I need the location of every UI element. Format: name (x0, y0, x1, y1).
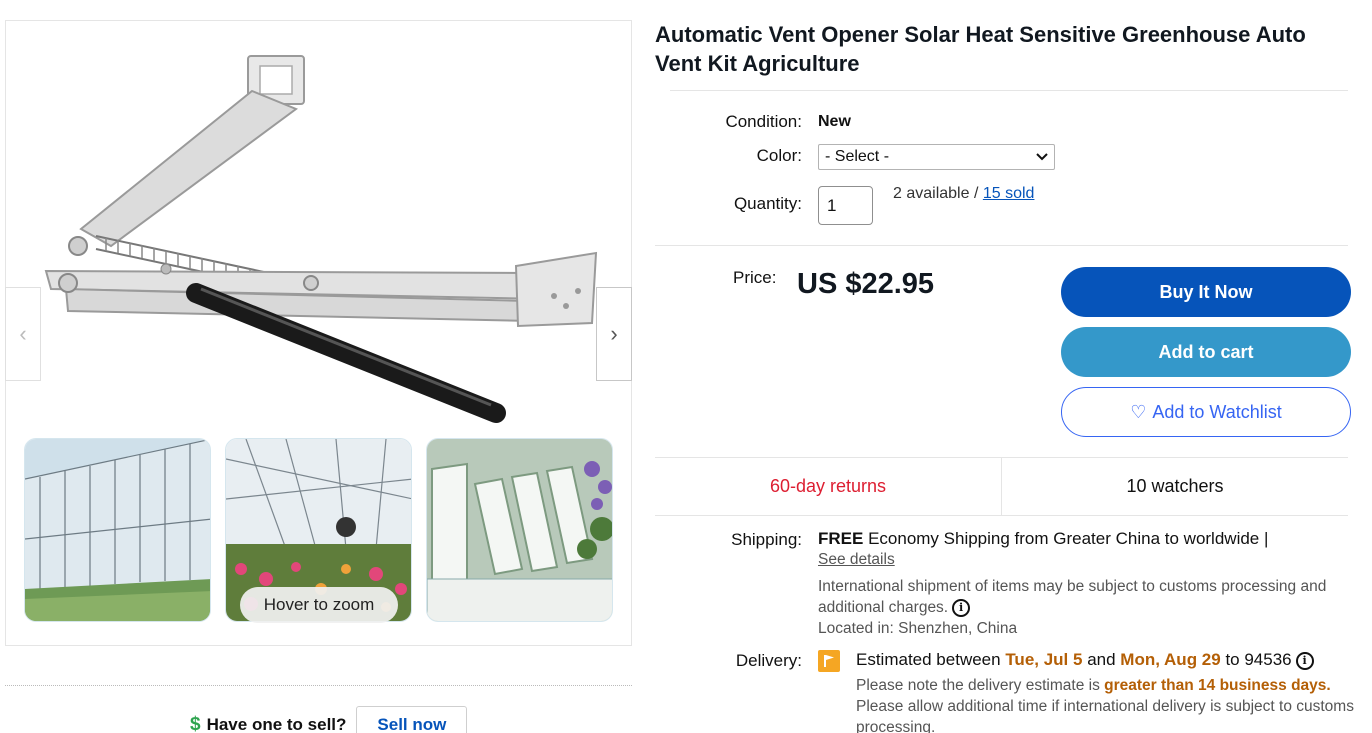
previous-image-button[interactable]: ‹ (5, 287, 41, 381)
delivery-prefix: Estimated between (856, 650, 1006, 669)
available-count: 2 available (893, 185, 970, 202)
shipping-free: FREE (818, 529, 864, 548)
delivery-note-customs: Please allow additional time if internat… (856, 698, 1354, 733)
shipping-description: Economy Shipping from Greater China to w… (863, 529, 1269, 548)
price-label: Price: (733, 268, 777, 287)
info-icon[interactable]: i (952, 598, 971, 617)
hover-to-zoom-hint: Hover to zoom (240, 587, 398, 623)
quantity-divider (655, 245, 1348, 246)
listing-title: Automatic Vent Opener Solar Heat Sensiti… (655, 22, 1306, 76)
availability-separator: / (969, 185, 983, 202)
delivery-info-icon[interactable]: i (1295, 651, 1314, 670)
delivery-note-highlight: greater than 14 business days. (1104, 677, 1331, 694)
buy-it-now-label: Buy It Now (1159, 281, 1253, 302)
watchers-count: 10 watchers (1126, 476, 1224, 496)
thumbnail-1[interactable] (24, 438, 211, 622)
flag-icon (818, 650, 840, 672)
shipping-note-text: International shipment of items may be s… (818, 578, 1327, 616)
item-location: Located in: Shenzhen, China (818, 620, 1018, 637)
stats-bottom-divider (655, 515, 1348, 516)
sell-prompt-text: Have one to sell? (206, 715, 347, 733)
delivery-end-date: Mon, Aug 29 (1120, 650, 1221, 669)
main-product-image[interactable] (6, 21, 631, 431)
sell-now-button[interactable]: Sell now (356, 706, 468, 733)
chevron-down-icon (1036, 153, 1048, 161)
title-divider (670, 90, 1348, 91)
heart-icon: ♡ (1130, 401, 1147, 422)
delivery-note: Please note the delivery estimate is gre… (856, 675, 1356, 733)
returns-badge: 60-day returns (655, 458, 1002, 515)
add-to-watchlist-button[interactable]: ♡ Add to Watchlist (1061, 387, 1351, 437)
left-divider (5, 685, 632, 686)
delivery-note-prefix: Please note the delivery estimate is (856, 677, 1105, 694)
availability-text: 2 available / 15 sold (893, 185, 1034, 203)
buy-it-now-button[interactable]: Buy It Now (1061, 267, 1351, 317)
chevron-left-icon: ‹ (19, 321, 27, 346)
color-select[interactable]: - Select - (818, 144, 1055, 170)
thumbnail-3[interactable] (426, 438, 613, 622)
add-to-cart-button[interactable]: Add to cart (1061, 327, 1351, 377)
shipping-customs-note: International shipment of items may be s… (818, 576, 1348, 618)
delivery-estimate: Estimated between Tue, Jul 5 and Mon, Au… (856, 650, 1314, 670)
color-select-value: - Select - (825, 148, 890, 165)
delivery-label: Delivery: (735, 651, 802, 670)
image-gallery: ‹ › Hover to zoom (5, 20, 632, 646)
price-value: US $22.95 (797, 268, 935, 300)
delivery-zip: to 94536 (1220, 650, 1292, 669)
sell-prompt-row: $ Have one to sell? Sell now (190, 706, 468, 733)
delivery-start-date: Tue, Jul 5 (1005, 650, 1083, 669)
add-to-cart-label: Add to cart (1158, 341, 1254, 362)
quantity-input[interactable]: 1 (818, 186, 873, 225)
add-to-watchlist-label: Add to Watchlist (1152, 401, 1282, 422)
shipping-summary: FREE Economy Shipping from Greater China… (818, 529, 1268, 549)
shipping-label: Shipping: (731, 530, 802, 549)
quantity-label: Quantity: (733, 194, 802, 213)
chevron-right-icon: › (610, 321, 618, 346)
condition-value: New (818, 113, 851, 130)
sold-count-link[interactable]: 15 sold (983, 185, 1035, 202)
see-details-link[interactable]: See details (818, 551, 895, 569)
delivery-and: and (1082, 650, 1121, 669)
color-label: Color: (756, 146, 802, 165)
dollar-icon: $ (190, 714, 201, 733)
condition-label: Condition: (725, 112, 802, 131)
next-image-button[interactable]: › (596, 287, 632, 381)
